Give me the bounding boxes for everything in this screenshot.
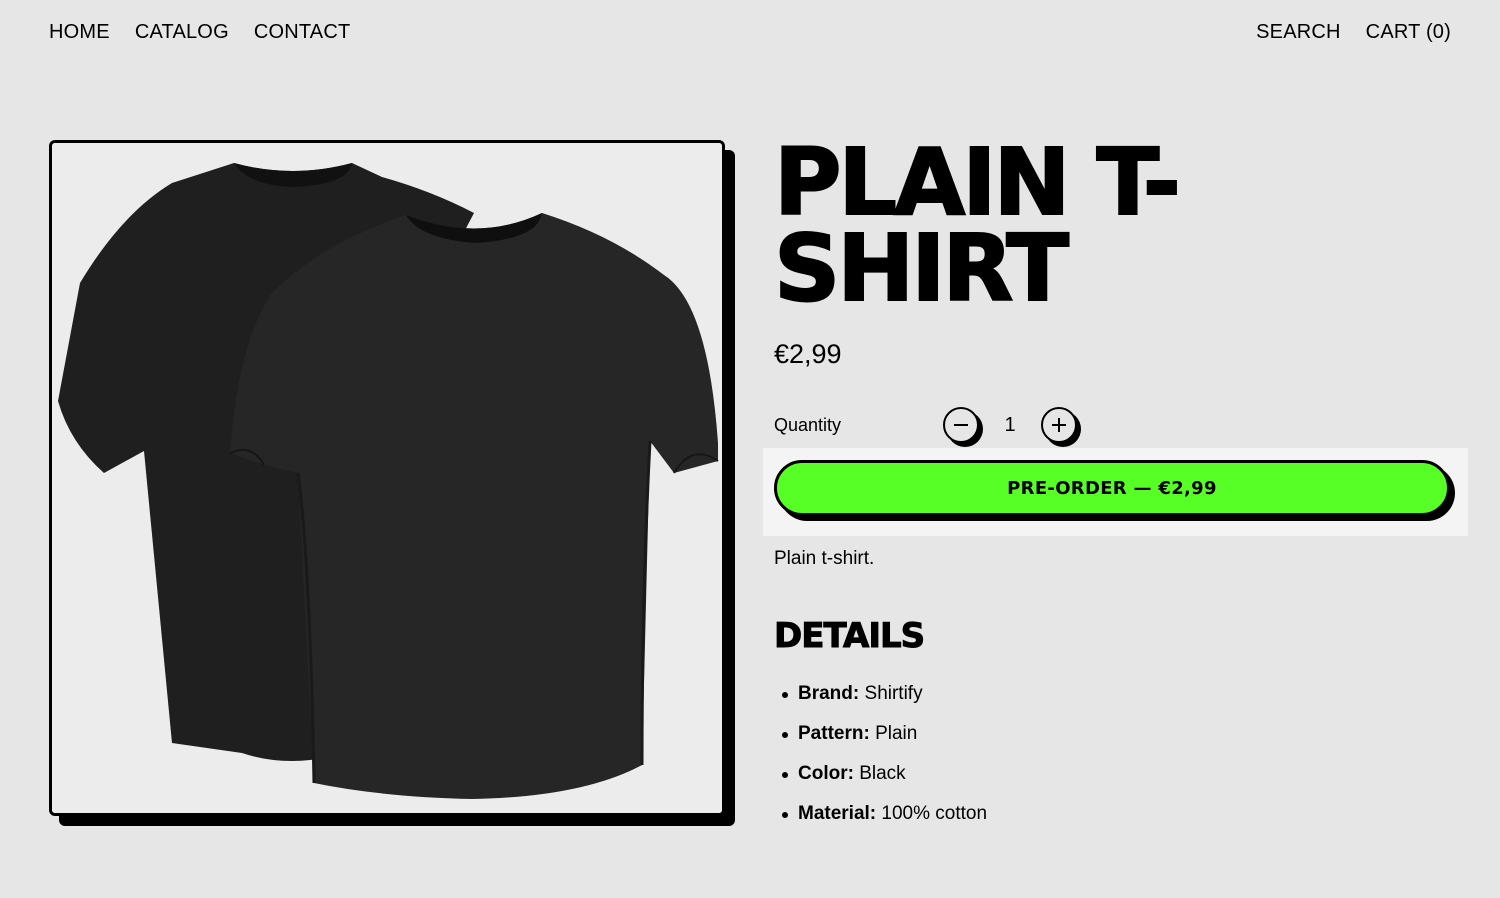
- quantity-selector: Quantity 1: [774, 404, 1454, 446]
- site-header: HOME CATALOG CONTACT SEARCH CART (0): [49, 18, 1451, 46]
- tshirt-photo: [52, 143, 722, 813]
- product-image[interactable]: [49, 140, 725, 816]
- detail-pattern: Pattern: Plain: [781, 720, 987, 760]
- minus-icon: [954, 424, 968, 426]
- product-price: €2,99: [774, 339, 842, 369]
- detail-key: Brand:: [798, 683, 860, 704]
- product-title: PLAIN T-SHIRT: [773, 129, 1182, 322]
- quantity-label: Quantity: [774, 414, 842, 435]
- pre-order-button[interactable]: PRE-ORDER — €2,99: [774, 460, 1450, 516]
- search-link[interactable]: SEARCH: [1256, 21, 1341, 44]
- nav-contact-link[interactable]: CONTACT: [254, 21, 351, 44]
- detail-material: Material: 100% cotton: [781, 800, 988, 840]
- nav-catalog-link[interactable]: CATALOG: [135, 21, 229, 44]
- page: HOME CATALOG CONTACT SEARCH CART (0) PLA…: [0, 0, 1500, 898]
- product-description: Plain t-shirt.: [774, 548, 875, 569]
- cart-link[interactable]: CART (0): [1366, 21, 1451, 44]
- detail-value: Plain: [875, 723, 918, 744]
- decrease-quantity-button[interactable]: [943, 407, 979, 443]
- nav-home-link[interactable]: HOME: [49, 21, 110, 44]
- detail-key: Material:: [798, 803, 877, 824]
- detail-color: Color: Black: [781, 760, 987, 800]
- detail-value: Shirtify: [864, 683, 923, 704]
- detail-key: Pattern:: [798, 723, 870, 744]
- quantity-value[interactable]: 1: [979, 414, 1041, 437]
- plus-icon: [1052, 418, 1066, 432]
- increase-quantity-button[interactable]: [1041, 407, 1077, 443]
- detail-value: 100% cotton: [881, 803, 988, 824]
- detail-brand: Brand: Shirtify: [781, 680, 987, 720]
- details-heading: DETAILS: [773, 616, 925, 657]
- details-list: Brand: Shirtify Pattern: Plain Color: Bl…: [774, 680, 987, 840]
- detail-value: Black: [859, 763, 906, 784]
- product-info: PLAIN T-SHIRT €2,99 Quantity 1 PRE-ORDER…: [763, 129, 1468, 824]
- detail-key: Color:: [798, 763, 854, 784]
- main-nav: HOME CATALOG CONTACT: [49, 21, 350, 44]
- utility-nav: SEARCH CART (0): [1256, 21, 1451, 44]
